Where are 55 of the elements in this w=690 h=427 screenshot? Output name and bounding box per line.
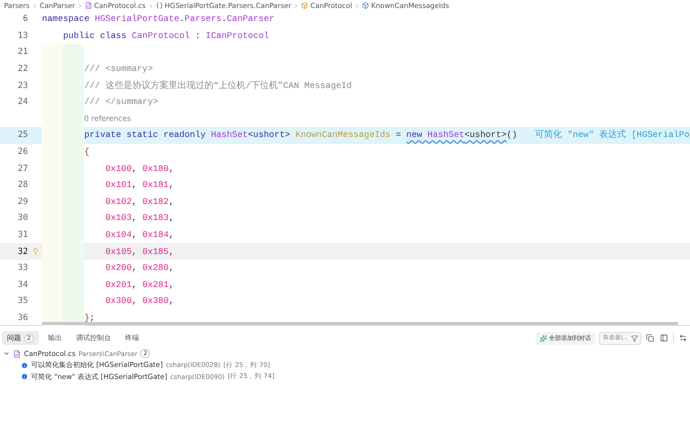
line-number: 33 (16, 263, 28, 274)
code-line: 0x200, 0x280, (104, 263, 174, 274)
code-line: private static readonly HashSet<ushort> KnownCanMessageIds = new HashSet<ushort>() (83, 130, 518, 140)
code-line: 0x100, 0x180, (104, 164, 174, 174)
code-line: 0x101, 0x181, (104, 180, 174, 190)
chevron-down-icon[interactable] (3, 350, 10, 358)
code-line: 0x300, 0x380, (104, 296, 174, 306)
braces-icon (156, 2, 163, 9)
line-number: 25 (16, 130, 28, 140)
arrows-swap-icon[interactable] (678, 333, 688, 343)
chevron-right-icon (148, 2, 154, 8)
line-number: 13 (16, 30, 28, 41)
line-number: 35 (16, 296, 28, 306)
line-number: 26 (16, 147, 28, 158)
chevron-right-icon (354, 2, 360, 8)
code-line: 0x201, 0x281, (104, 280, 174, 290)
code-line: 0x104, 0x184, (104, 230, 174, 240)
code-line: 0x105, 0x185, (104, 246, 174, 257)
line-number: 24 (16, 97, 28, 108)
code-line: public class CanProtocol : ICanProtocol (62, 30, 270, 41)
code-line: 0x103, 0x183, (104, 213, 174, 224)
line-number: 6 (22, 14, 28, 24)
line-number: 28 (16, 180, 28, 190)
filter-icon (631, 334, 638, 342)
line-number: 31 (16, 230, 28, 240)
code-line: /// 这些是协议方案里出现过的“上位机/下位机”CAN MessageId (83, 80, 352, 92)
line-number: 27 (16, 164, 28, 174)
csharp-file-icon (13, 350, 21, 358)
chevron-right-icon (77, 2, 84, 8)
panel-layout-icon[interactable] (659, 333, 669, 343)
chevron-right-icon (293, 2, 300, 8)
inline-diagnostic-hint: 可简化 "new" 表达式 [HGSerialPo (535, 129, 690, 142)
code-line: }; (83, 312, 95, 323)
line-number: 34 (16, 280, 28, 290)
line-number: 36 (16, 312, 28, 323)
info-icon (21, 373, 28, 380)
code-line: /// </summary> (83, 97, 158, 108)
line-number: 30 (16, 213, 28, 224)
chevron-right-icon (32, 2, 38, 8)
code-line: 0x102, 0x182, (104, 196, 174, 207)
line-number: 21 (16, 47, 28, 58)
code-line: { (83, 147, 90, 158)
copy-icon[interactable] (645, 333, 655, 343)
class-icon (301, 2, 308, 9)
csharp-file-icon (85, 2, 92, 9)
line-number: 29 (16, 196, 28, 207)
info-icon (21, 362, 28, 369)
line-number: 32 (16, 246, 28, 257)
horizontal-scrollbar[interactable] (42, 322, 678, 325)
sparkle-icon (540, 334, 547, 342)
code-line: namespace HGSerialPortGate.Parsers.CanParser (42, 14, 274, 24)
field-icon (362, 2, 370, 9)
line-number: 23 (16, 80, 28, 91)
code-line: /// <summary> (83, 64, 153, 74)
line-number: 22 (16, 64, 28, 74)
